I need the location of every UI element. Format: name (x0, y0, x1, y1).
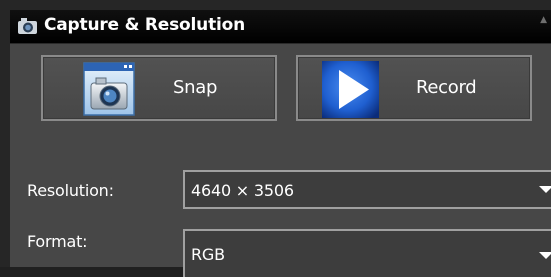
panel-header[interactable]: Capture & Resolution ▲ (10, 10, 551, 44)
play-icon (322, 61, 379, 118)
panel-title: Capture & Resolution (44, 15, 246, 35)
resolution-value: 4640 × 3506 (191, 181, 294, 200)
format-label: Format: (27, 232, 88, 251)
record-button[interactable]: Record (296, 55, 532, 121)
record-button-label: Record (416, 77, 477, 98)
chevron-down-icon[interactable] (539, 252, 551, 259)
scroll-up-arrow[interactable]: ▲ (540, 15, 547, 25)
resolution-dropdown[interactable]: 4640 × 3506 (183, 170, 551, 209)
capture-resolution-panel: Capture & Resolution ▲ Snap Record Resol… (0, 0, 551, 277)
resolution-label: Resolution: (27, 181, 114, 200)
snapshot-window-camera-icon (83, 62, 135, 116)
camera-icon (18, 18, 37, 34)
snap-button[interactable]: Snap (41, 55, 277, 121)
snap-button-label: Snap (173, 77, 218, 98)
format-value: RGB (191, 245, 225, 264)
chevron-down-icon[interactable] (539, 186, 551, 193)
format-dropdown[interactable]: RGB (183, 229, 551, 277)
